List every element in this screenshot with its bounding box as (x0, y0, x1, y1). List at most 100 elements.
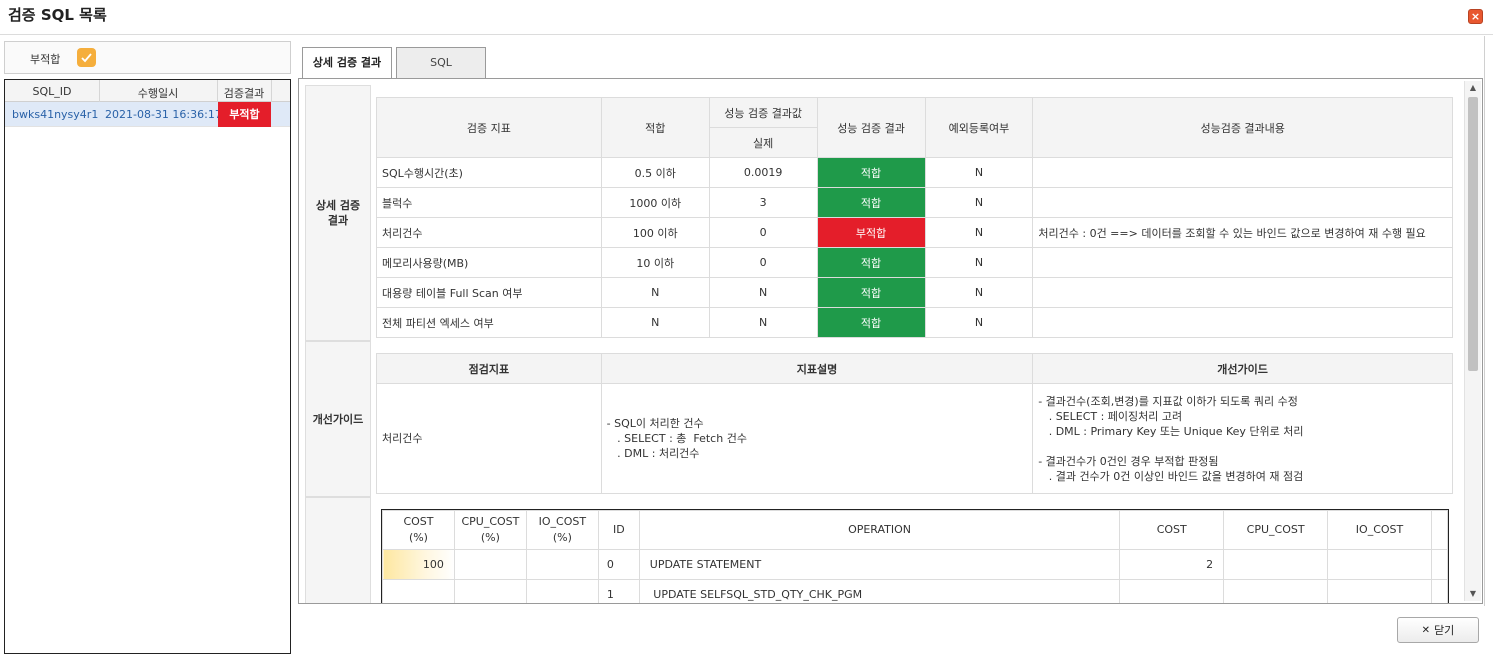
result-pass-cell: 적합 (816, 157, 926, 188)
result-pass-cell: 적합 (816, 247, 926, 278)
cpu-cost-cell (1223, 549, 1329, 580)
tab-detail-result[interactable]: 상세 검증 결과 (302, 47, 392, 79)
col-header-date[interactable]: 수행일시 (99, 85, 217, 101)
th-guide: 개선가이드 (1032, 353, 1453, 384)
filter-label: 부적합 (30, 53, 61, 66)
filter-bar: 부적합 (4, 41, 291, 74)
spacer-cell (1430, 579, 1448, 603)
tab-sql[interactable]: SQL (396, 47, 486, 78)
sql-list-header: SQL_ID 수행일시 검증결과 (5, 80, 290, 102)
th-io-cost: IO_COST (1327, 510, 1432, 550)
th-spacer (1430, 510, 1448, 550)
io-pct-cell (525, 579, 599, 603)
col-header-result[interactable]: 검증결과 (217, 85, 271, 101)
result-pass-cell: 적합 (816, 307, 926, 338)
fit-cell: 0.5 이하 (600, 157, 710, 188)
th-indicator: 검증 지표 (376, 97, 602, 158)
th-check: 점검지표 (376, 353, 602, 384)
plan-table: COST (%) CPU_COST (%) IO_COST (%) ID OPE… (382, 510, 1448, 603)
actual-cell: 3 (708, 187, 818, 218)
table-row: 메모리사용량(MB) 10 이하 0 적합 N (376, 247, 1453, 278)
plan-row[interactable]: 100 0 UPDATE STATEMENT 2 (382, 549, 1448, 580)
sql-list: SQL_ID 수행일시 검증결과 bwks41nysy4r1 2021-08-3… (4, 79, 291, 654)
table-row: 블럭수 1000 이하 3 적합 N (376, 187, 1453, 218)
cost-cell: 2 (1119, 549, 1225, 580)
io-pct-cell (525, 549, 599, 580)
actual-cell: N (708, 307, 818, 338)
close-icon: ✕ (1421, 624, 1431, 636)
fail-filter-checkbox[interactable] (77, 48, 96, 67)
result-pass-cell: 적합 (816, 187, 926, 218)
content-cell (1032, 157, 1453, 188)
col-header-sql-id[interactable]: SQL_ID (5, 85, 99, 98)
sql-id-cell[interactable]: bwks41nysy4r1 (12, 108, 98, 121)
actual-cell: N (708, 277, 818, 308)
fit-cell: 10 이하 (600, 247, 710, 278)
exception-cell: N (924, 217, 1034, 248)
table-row: 대용량 테이블 Full Scan 여부 N N 적합 N (376, 277, 1453, 308)
th-desc: 지표설명 (600, 353, 1034, 384)
guide-cell: - 결과건수(조회,변경)를 지표값 이하가 되도록 쿼리 수정 . SELEC… (1032, 383, 1453, 494)
close-button-label: 닫기 (1434, 624, 1455, 637)
result-badge: 부적합 (218, 102, 271, 127)
id-cell: 1 (597, 579, 640, 603)
indicator-cell: 처리건수 (376, 217, 602, 248)
check-icon (81, 53, 92, 63)
actual-cell: 0.0019 (708, 157, 818, 188)
exception-cell: N (924, 277, 1034, 308)
result-fail-cell: 부적합 (816, 217, 926, 248)
spacer-cell (1430, 549, 1448, 580)
cost-pct-cell (382, 579, 455, 603)
check-cell: 처리건수 (376, 383, 602, 494)
dialog-edge (1484, 36, 1485, 606)
result-pass-cell: 적합 (816, 277, 926, 308)
scroll-up-icon[interactable]: ▲ (1465, 81, 1481, 95)
th-io-pct: IO_COST (%) (525, 510, 599, 550)
th-id: ID (597, 510, 640, 550)
vertical-scrollbar[interactable]: ▲ ▼ (1464, 81, 1481, 601)
scroll-down-icon[interactable]: ▼ (1465, 587, 1481, 601)
section-label-detail: 상세 검증 결과 (305, 85, 371, 341)
dialog-title: 검증 SQL 목록 (8, 6, 107, 24)
close-icon[interactable]: × (1468, 9, 1483, 24)
exception-cell: N (924, 187, 1034, 218)
indicator-cell: 전체 파티션 엑세스 여부 (376, 307, 602, 338)
th-exception: 예외등록여부 (924, 97, 1034, 158)
section-label-plan (305, 497, 371, 603)
indicator-cell: SQL수행시간(초) (376, 157, 602, 188)
content-cell: 처리건수 : 0건 ==> 데이터를 조회할 수 있는 바인드 값으로 변경하여… (1032, 217, 1453, 248)
date-cell[interactable]: 2021-08-31 16:36:17 (105, 108, 222, 121)
sql-list-row[interactable]: bwks41nysy4r1 2021-08-31 16:36:17 부적합 (5, 102, 290, 127)
th-perf-result: 성능 검증 결과 (816, 97, 926, 158)
th-cpu-pct: CPU_COST (%) (453, 510, 527, 550)
guide-table: 점검지표 지표설명 개선가이드 처리건수 - SQL이 처리한 건수 . SEL… (376, 353, 1453, 494)
table-row: 처리건수 - SQL이 처리한 건수 . SELECT : 총 Fetch 건수… (376, 383, 1453, 494)
desc-cell: - SQL이 처리한 건수 . SELECT : 총 Fetch 건수 . DM… (600, 383, 1034, 494)
table-row: 전체 파티션 엑세스 여부 N N 적합 N (376, 307, 1453, 338)
indicator-cell: 메모리사용량(MB) (376, 247, 602, 278)
verification-table: 검증 지표 적합 성능 검증 결과값 성능 검증 결과 예외등록여부 성능검증 … (376, 97, 1453, 338)
operation-cell: UPDATE SELFSQL_STD_QTY_CHK_PGM (638, 579, 1121, 603)
cpu-cost-cell (1223, 579, 1329, 603)
fit-cell: N (600, 307, 710, 338)
close-button[interactable]: ✕ 닫기 (1397, 617, 1479, 643)
cpu-pct-cell (453, 579, 527, 603)
th-cpu-cost: CPU_COST (1223, 510, 1329, 550)
th-perf-value: 성능 검증 결과값 (708, 97, 818, 128)
cpu-pct-cell (453, 549, 527, 580)
exception-cell: N (924, 307, 1034, 338)
operation-cell: UPDATE STATEMENT (638, 549, 1121, 580)
fit-cell: N (600, 277, 710, 308)
table-row: 처리건수 100 이하 0 부적합 N 처리건수 : 0건 ==> 데이터를 조… (376, 217, 1453, 248)
section-label-guide: 개선가이드 (305, 341, 371, 497)
col-divider (271, 80, 272, 102)
th-cost-pct: COST (%) (382, 510, 455, 550)
th-operation: OPERATION (638, 510, 1121, 550)
plan-row[interactable]: 1 UPDATE SELFSQL_STD_QTY_CHK_PGM (382, 579, 1448, 603)
cost-cell (1119, 579, 1225, 603)
scroll-thumb[interactable] (1468, 97, 1478, 371)
indicator-cell: 블럭수 (376, 187, 602, 218)
content-cell (1032, 277, 1453, 308)
cost-pct-cell: 100 (382, 549, 455, 580)
indicator-cell: 대용량 테이블 Full Scan 여부 (376, 277, 602, 308)
